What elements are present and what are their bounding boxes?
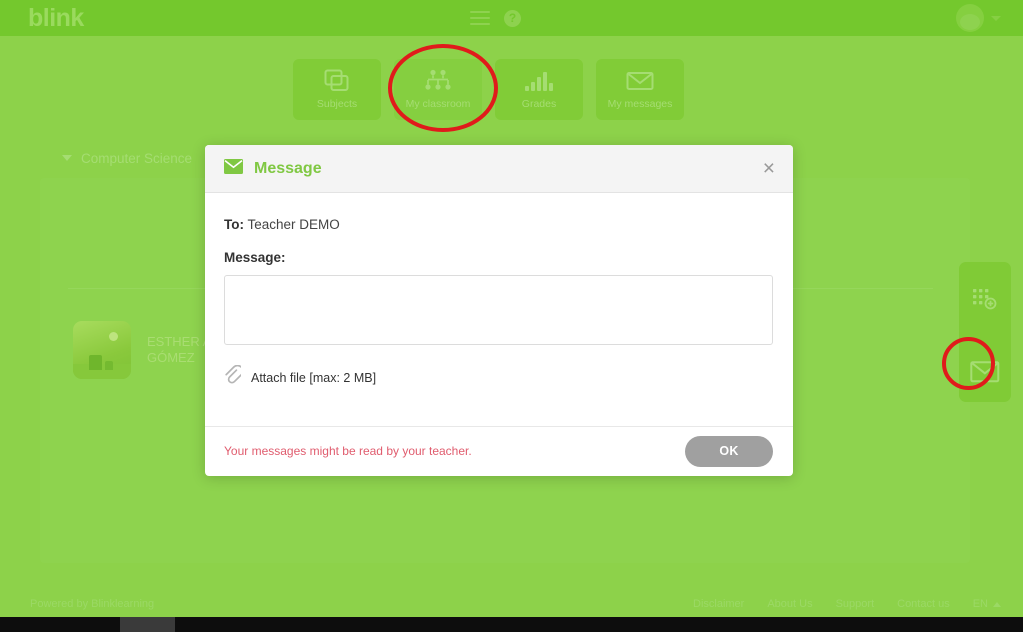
powered-by-label: Powered by Blinklearning xyxy=(30,598,155,610)
recipient-value: Teacher DEMO xyxy=(247,217,340,232)
app-logo[interactable]: blink xyxy=(28,5,84,31)
footer-link-about-us[interactable]: About Us xyxy=(767,598,812,610)
chevron-up-icon xyxy=(993,601,1001,607)
nav-tile-label: My classroom xyxy=(405,98,471,110)
nav-tile-label: Subjects xyxy=(316,98,358,110)
help-icon[interactable]: ? xyxy=(504,9,521,27)
footer-link-support[interactable]: Support xyxy=(836,598,875,610)
chevron-down-icon xyxy=(991,15,1001,21)
envelope-icon xyxy=(224,158,243,179)
modal-header: Message × xyxy=(205,145,793,193)
subject-title: Computer Science xyxy=(81,150,193,166)
language-value: EN xyxy=(972,598,988,610)
right-side-rail xyxy=(959,262,1011,402)
attach-file-label: Attach file [max: 2 MB] xyxy=(251,371,377,385)
recipient-label: To: xyxy=(224,217,244,232)
nav-tile-label: Grades xyxy=(521,98,557,110)
header-center-icons: ? xyxy=(470,9,521,27)
modal-body: To: Teacher DEMO Message: Attach file [m… xyxy=(205,193,793,426)
student-avatar xyxy=(73,321,131,379)
ok-button[interactable]: OK xyxy=(685,435,773,467)
nav-tile-label: My messages xyxy=(607,98,673,110)
avatar xyxy=(956,4,984,32)
taskbar-item[interactable] xyxy=(120,617,175,632)
org-chart-icon xyxy=(423,69,453,93)
layers-icon xyxy=(324,69,350,93)
footer-links: Disclaimer About Us Support Contact us E… xyxy=(693,598,1001,610)
recipient-field: To: Teacher DEMO xyxy=(224,217,774,232)
main-navigation-tiles: Subjects My classroom Grades My messages xyxy=(293,59,684,120)
nav-tile-my-messages[interactable]: My messages xyxy=(596,59,684,120)
bar-chart-icon xyxy=(524,69,554,93)
message-label: Message: xyxy=(224,250,286,265)
modal-title: Message xyxy=(254,159,322,177)
envelope-icon xyxy=(626,69,654,93)
close-icon[interactable]: × xyxy=(763,158,775,179)
footer-link-contact-us[interactable]: Contact us xyxy=(897,598,950,610)
messages-envelope-icon[interactable] xyxy=(970,361,1000,388)
message-modal: Message × To: Teacher DEMO Message: Atta… xyxy=(205,145,793,476)
hamburger-menu-icon[interactable] xyxy=(470,11,490,25)
nav-tile-grades[interactable]: Grades xyxy=(495,59,583,120)
user-menu[interactable] xyxy=(956,4,1001,32)
paperclip-icon xyxy=(224,364,244,391)
warning-text: Your messages might be read by your teac… xyxy=(224,444,472,458)
message-input[interactable] xyxy=(224,275,773,345)
nav-tile-my-classroom[interactable]: My classroom xyxy=(394,59,482,120)
chevron-down-icon xyxy=(62,155,72,161)
os-taskbar xyxy=(0,617,1023,632)
page-footer: Powered by Blinklearning Disclaimer Abou… xyxy=(0,593,1023,615)
language-selector[interactable]: EN xyxy=(973,598,1001,610)
attach-file-button[interactable]: Attach file [max: 2 MB] xyxy=(224,364,774,391)
footer-link-disclaimer[interactable]: Disclaimer xyxy=(693,598,744,610)
grid-add-icon[interactable] xyxy=(972,288,998,319)
nav-tile-subjects[interactable]: Subjects xyxy=(293,59,381,120)
top-header-bar: blink ? xyxy=(0,0,1023,36)
modal-footer: Your messages might be read by your teac… xyxy=(205,426,793,475)
